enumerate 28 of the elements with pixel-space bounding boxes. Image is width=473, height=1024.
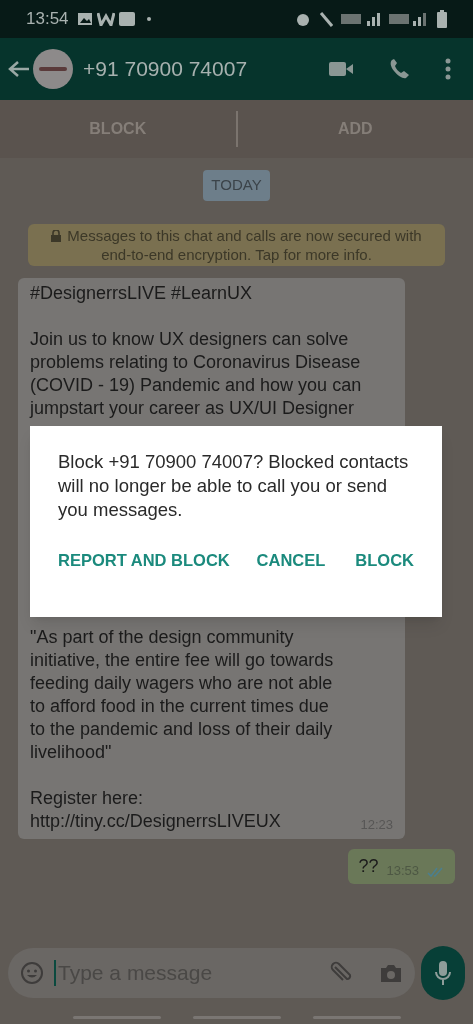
- signal-icon: [389, 11, 429, 27]
- message-text: Register here:: [30, 787, 145, 810]
- microphone-button[interactable]: [421, 946, 465, 1000]
- avatar[interactable]: [33, 49, 73, 89]
- dialog-button[interactable]: REPORT AND BLOCK: [56, 548, 232, 573]
- status-time: 13:54: [26, 8, 69, 31]
- message-text: #DesignerrsLIVE #LearnUX: [30, 281, 254, 305]
- video-call-icon[interactable]: [329, 61, 353, 77]
- encryption-text: Messages to this chat and calls are now secured with end-to-end encryption. Tap for more info.: [67, 226, 422, 263]
- message-text: "As part of the design community initiative, the entire fee will go towards feeding daily wagers who are not able to afford food in the current times due to the pandemic and loss of their daily livelihood": [30, 625, 335, 764]
- message-link[interactable]: http://tiny.cc/DesignerrsLIVEUX: [30, 810, 281, 833]
- dialog-button[interactable]: CANCEL: [254, 548, 328, 573]
- back-arrow-icon[interactable]: [8, 60, 30, 78]
- date-chip: TODAY: [203, 170, 270, 201]
- contact-name[interactable]: +91 70900 74007: [83, 53, 248, 85]
- phone-icon[interactable]: [388, 58, 410, 80]
- menu-icon[interactable]: [445, 58, 451, 80]
- image-icon: [76, 12, 93, 26]
- lock-icon: [51, 229, 62, 242]
- dot-icon: [146, 17, 151, 21]
- dialog-message: Block +91 70900 74007? Blocked contacts will no longer be able to call you or send you messages.: [58, 450, 410, 522]
- battery-icon: [437, 10, 447, 28]
- encryption-notice[interactable]: Messages to this chat and calls are now secured with end-to-end encryption. Tap for more info.: [28, 223, 445, 266]
- dialog-button[interactable]: BLOCK: [353, 548, 416, 573]
- microphone-icon: [435, 961, 451, 985]
- message-text: Join us to know UX designers can solve problems relating to Coronavirus Disease (COVID - 19) Pandemic and how you can jumpstart your career as UX/UI Designer: [30, 327, 363, 420]
- message-text: ??: [358, 855, 379, 878]
- w-app-icon: [96, 12, 115, 26]
